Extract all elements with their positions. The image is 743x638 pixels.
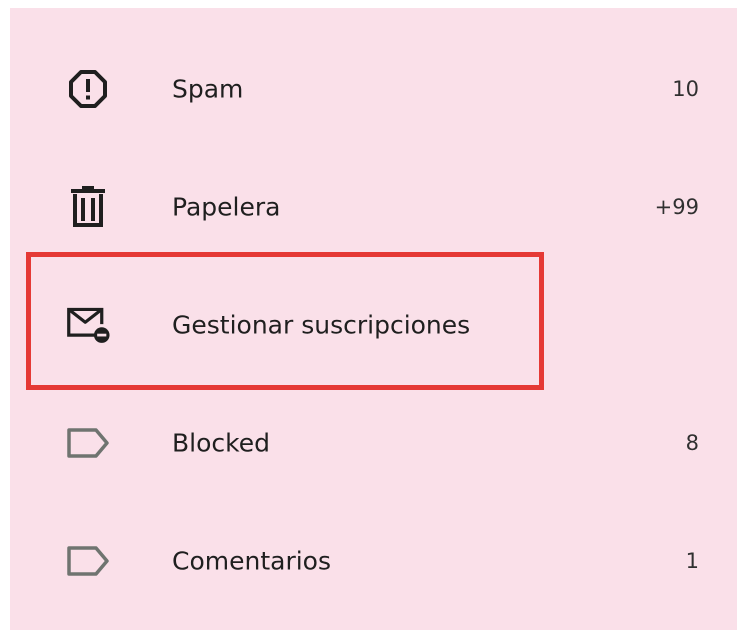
label-icon xyxy=(66,539,110,583)
nav-item-label: Papelera xyxy=(172,192,281,222)
trash-icon xyxy=(66,185,110,229)
unread-count: 8 xyxy=(685,431,699,455)
nav-item-label: Comentarios xyxy=(172,546,331,576)
label-icon xyxy=(66,421,110,465)
nav-item-label: Gestionar suscripciones xyxy=(172,310,471,340)
unread-count: 10 xyxy=(672,77,699,101)
spam-report-icon xyxy=(66,67,110,111)
nav-item-label: Spam xyxy=(172,74,244,104)
unread-count: +99 xyxy=(654,195,699,219)
unread-count: 1 xyxy=(685,549,699,573)
nav-item-papelera[interactable]: Papelera +99 xyxy=(10,148,737,266)
navigation-drawer: Spam 10 Papelera +99 Gestionar suscripci… xyxy=(10,8,737,630)
nav-item-spam[interactable]: Spam 10 xyxy=(10,30,737,148)
manage-subscriptions-icon xyxy=(66,303,110,347)
nav-item-blocked[interactable]: Blocked 8 xyxy=(10,384,737,502)
nav-item-gestionar-suscripciones[interactable]: Gestionar suscripciones xyxy=(10,266,737,384)
nav-item-label: Blocked xyxy=(172,428,270,458)
nav-item-comentarios[interactable]: Comentarios 1 xyxy=(10,502,737,620)
